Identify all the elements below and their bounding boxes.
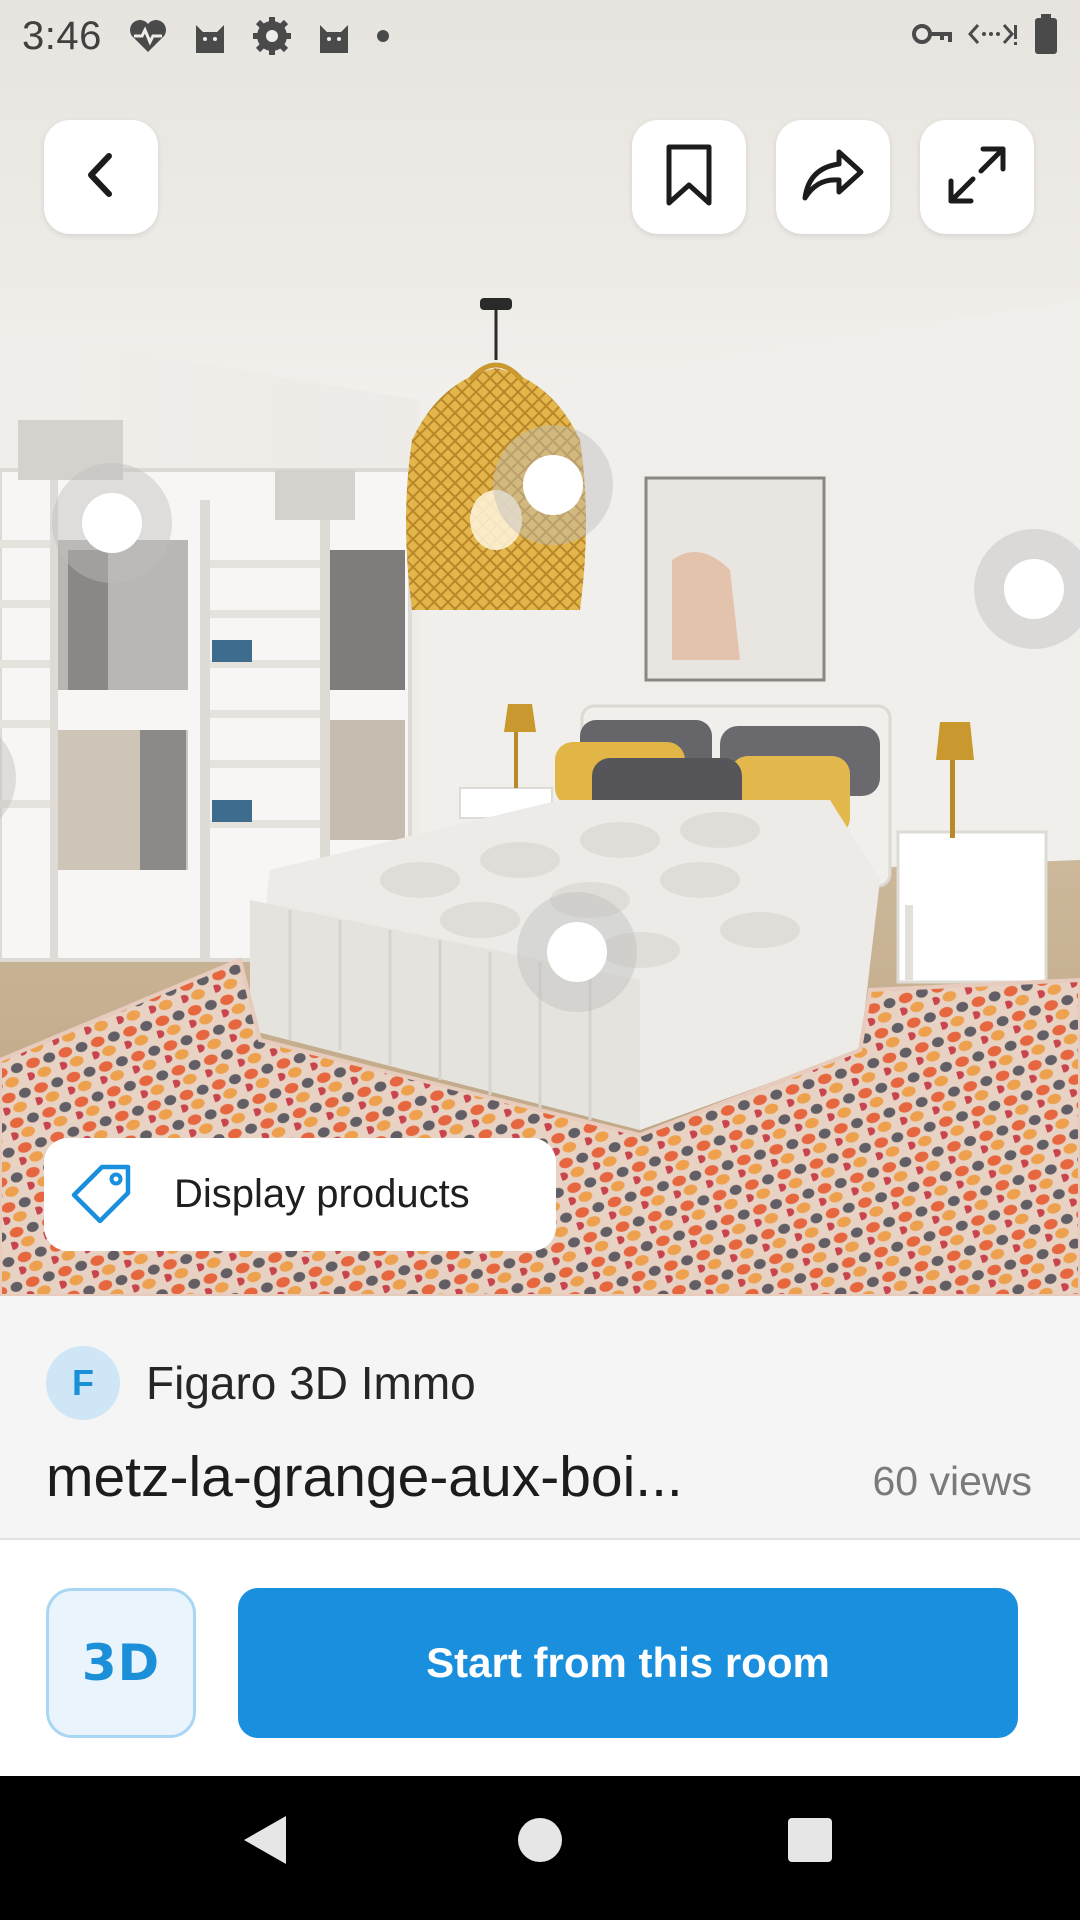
cog-badge-icon <box>252 16 292 56</box>
room-3d-view[interactable]: 3:46 Display products <box>0 0 1080 1296</box>
cat-icon <box>316 17 352 55</box>
hotspot-dot <box>82 493 142 553</box>
triangle-back-icon[interactable] <box>240 1812 290 1873</box>
status-bar: 3:46 <box>0 0 1080 72</box>
room-info-panel: F Figaro 3D Immo metz-la-grange-aux-boi.… <box>0 1296 1080 1540</box>
data-transfer-icon <box>967 19 1018 54</box>
bookmark-icon <box>665 143 713 212</box>
view-count: 60 views <box>872 1458 1032 1504</box>
product-hotspot-bed[interactable] <box>517 892 637 1012</box>
hotspot-dot <box>547 922 607 982</box>
back-button[interactable] <box>44 120 158 234</box>
system-navigation-bar <box>0 1776 1080 1920</box>
status-time: 3:46 <box>22 13 102 58</box>
author-name: Figaro 3D Immo <box>146 1357 476 1409</box>
product-hotspot-wardrobe[interactable] <box>52 463 172 583</box>
author-row[interactable]: F Figaro 3D Immo <box>46 1346 476 1420</box>
room-title: metz-la-grange-aux-boi... <box>46 1445 683 1509</box>
expand-icon <box>945 143 1009 212</box>
vpn-key-icon <box>912 22 952 51</box>
share-icon <box>801 148 865 207</box>
hotspot-dot <box>523 455 583 515</box>
avatar: F <box>46 1346 120 1420</box>
chevron-left-icon <box>81 150 121 205</box>
start-from-room-button[interactable]: Start from this room <box>238 1588 1018 1738</box>
cat-icon <box>192 17 228 55</box>
dot-icon <box>376 29 390 43</box>
battery-icon <box>1034 13 1058 59</box>
action-bar: 3D Start from this room <box>0 1542 1080 1776</box>
room-render <box>0 0 1080 1296</box>
fullscreen-button[interactable] <box>920 120 1034 234</box>
heart-monitor-icon <box>128 18 168 54</box>
share-button[interactable] <box>776 120 890 234</box>
view-3d-button[interactable]: 3D <box>46 1588 196 1738</box>
square-recents-icon[interactable] <box>786 1812 834 1873</box>
bookmark-button[interactable] <box>632 120 746 234</box>
display-products-button[interactable]: Display products <box>44 1138 556 1251</box>
product-hotspot-pendant-lamp[interactable] <box>493 425 613 545</box>
circle-home-icon[interactable] <box>516 1812 564 1873</box>
hotspot-dot <box>1004 559 1064 619</box>
price-tag-icon <box>68 1161 134 1228</box>
display-products-label: Display products <box>174 1172 470 1216</box>
